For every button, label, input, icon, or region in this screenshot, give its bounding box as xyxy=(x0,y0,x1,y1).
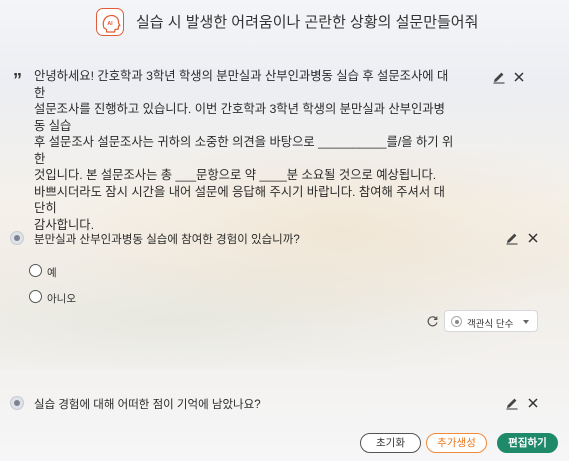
reset-button[interactable]: 초기화 xyxy=(360,433,421,453)
prompt-header: AI 실습 시 발생한 어려움이나 곤란한 상황의 설문만들어줘 xyxy=(0,0,569,44)
edit-question-1-icon[interactable] xyxy=(505,231,519,245)
edit-button[interactable]: 편집하기 xyxy=(497,433,558,453)
intro-line: 설문조사를 진행하고 있습니다. 이번 간호학과 3학년 학생의 분만실과 산부… xyxy=(34,102,445,133)
quote-icon: ” xyxy=(13,70,22,90)
question-type-label: 객관식 단수 xyxy=(467,319,514,330)
question-type-select[interactable]: 객관식 단수 xyxy=(444,310,538,332)
edit-question-2-icon[interactable] xyxy=(505,396,519,410)
question-2-text: 실습 경험에 대해 어떠한 점이 기억에 남았나요? xyxy=(34,399,261,411)
survey-intro-text: 안녕하세요! 간호학과 3학년 학생의 분만실과 산부인과병동 실습 후 설문조… xyxy=(34,68,454,233)
delete-question-2-icon[interactable] xyxy=(526,396,540,410)
generate-more-button[interactable]: 추가생성 xyxy=(426,433,487,453)
refresh-icon[interactable] xyxy=(426,315,439,328)
question-1-text: 분만실과 산부인과병동 실습에 참여한 경험이 있습니까? xyxy=(34,234,300,246)
delete-question-1-icon[interactable] xyxy=(526,231,540,245)
question-type-icon xyxy=(10,231,24,245)
ai-badge-text: AI xyxy=(107,21,113,27)
option-radio-yes[interactable] xyxy=(29,264,42,277)
chevron-down-icon xyxy=(523,320,529,324)
prompt-title: 실습 시 발생한 어려움이나 곤란한 상황의 설문만들어줘 xyxy=(136,14,479,31)
radio-type-icon xyxy=(451,316,462,327)
intro-line: 후 설문조사 설문조사는 귀하의 소중한 의견을 바탕으로 __________… xyxy=(34,135,454,166)
option-label-no: 아니오 xyxy=(47,293,76,305)
close-intro-icon[interactable] xyxy=(512,70,526,84)
question-type-icon xyxy=(10,396,24,410)
option-label-yes: 예 xyxy=(47,267,57,279)
edit-intro-icon[interactable] xyxy=(492,70,506,84)
intro-line: 것입니다. 본 설문조사는 총 ___문항으로 약 ____분 소요될 것으로 … xyxy=(34,168,437,182)
ai-head-icon: AI xyxy=(96,8,124,36)
option-radio-no[interactable] xyxy=(29,290,42,303)
intro-line: 안녕하세요! 간호학과 3학년 학생의 분만실과 산부인과병동 실습 후 설문조… xyxy=(34,69,449,100)
intro-line: 바쁘시더라도 잠시 시간을 내어 설문에 응답해 주시기 바랍니다. 참여해 주… xyxy=(34,184,445,216)
